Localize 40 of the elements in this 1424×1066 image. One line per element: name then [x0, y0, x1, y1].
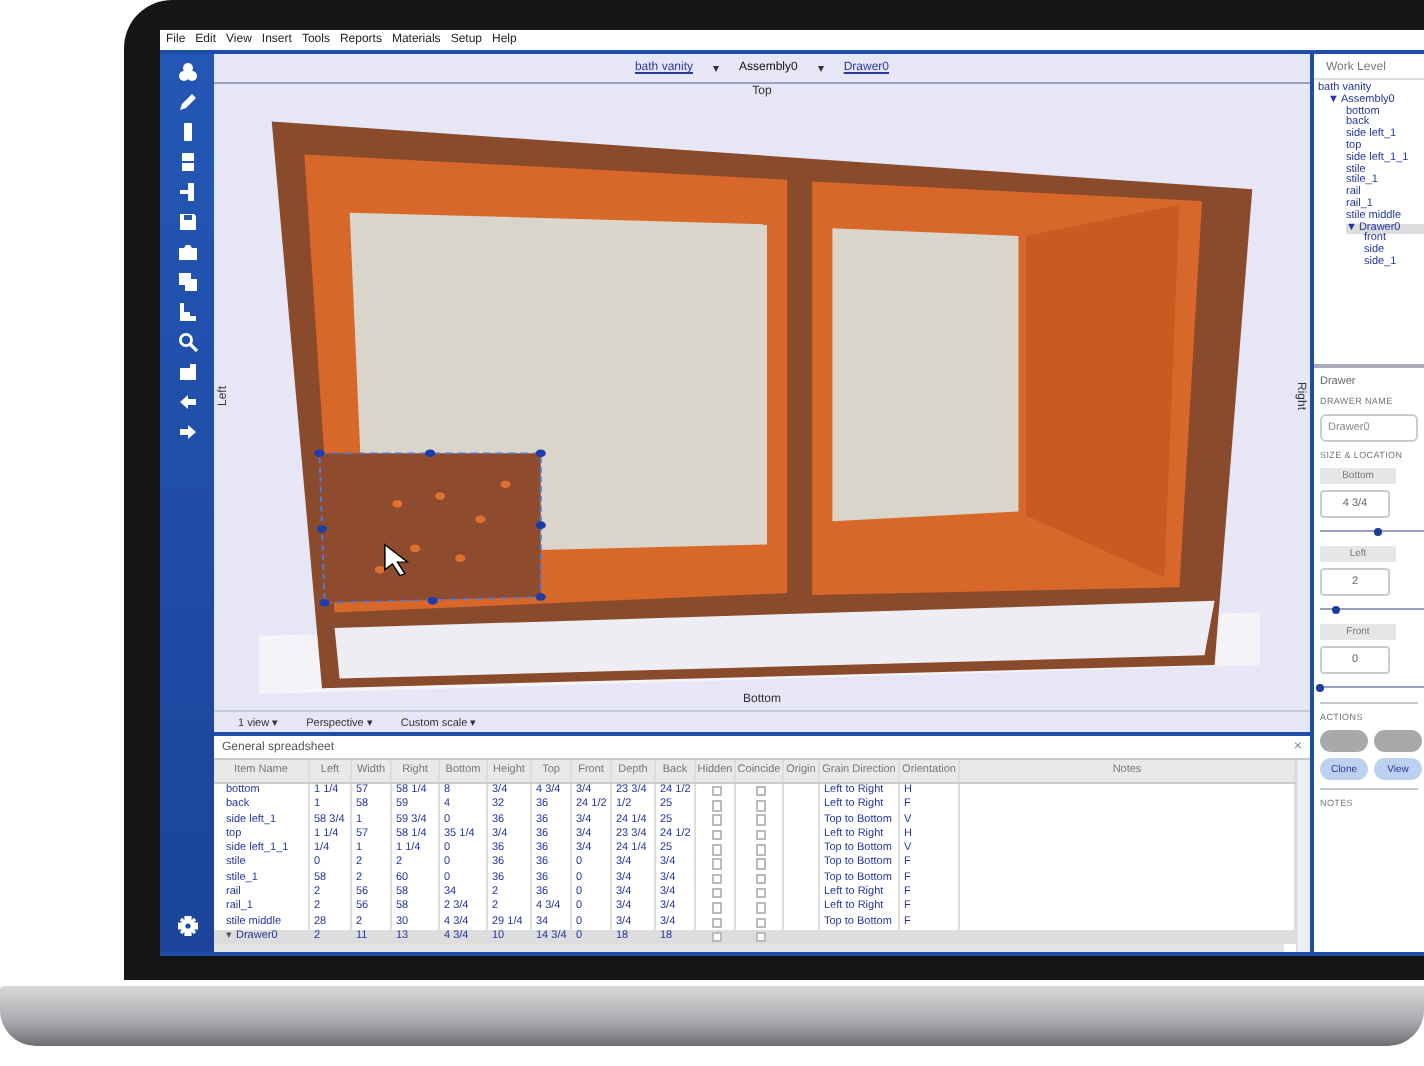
save-icon[interactable] [177, 212, 197, 232]
copy-icon[interactable] [177, 272, 197, 292]
checkbox[interactable] [755, 844, 767, 856]
checkbox[interactable] [755, 917, 767, 929]
checkbox[interactable] [711, 902, 723, 914]
checkbox[interactable] [711, 844, 723, 856]
slider-thumb[interactable] [1373, 527, 1382, 535]
slider-thumb[interactable] [1316, 683, 1324, 691]
checkbox[interactable] [755, 887, 767, 899]
checkbox[interactable] [755, 785, 767, 797]
checkbox[interactable] [755, 873, 767, 885]
checkbox[interactable] [711, 873, 723, 885]
checkbox[interactable] [755, 814, 767, 826]
pencil-icon[interactable] [177, 92, 197, 112]
steps-icon[interactable] [177, 302, 197, 322]
checkbox[interactable] [711, 785, 723, 797]
undo-icon[interactable] [177, 392, 197, 412]
settings-icon[interactable] [177, 916, 197, 936]
cursor-icon [384, 543, 410, 577]
selected-drawer-drawing[interactable] [314, 449, 546, 607]
shapes-icon[interactable] [177, 62, 197, 82]
scrollbar[interactable] [1296, 760, 1310, 952]
redo-icon[interactable] [177, 422, 197, 442]
checkbox[interactable] [711, 800, 723, 812]
checkbox[interactable] [755, 829, 767, 841]
search-icon[interactable] [177, 332, 197, 352]
checkbox[interactable] [711, 814, 723, 826]
drawers-icon[interactable] [177, 152, 197, 172]
checkbox[interactable] [755, 931, 767, 943]
checkbox[interactable] [711, 858, 723, 870]
checkbox[interactable] [755, 800, 767, 812]
checkbox[interactable] [755, 858, 767, 870]
scrollbar[interactable] [214, 944, 1284, 952]
hinge-icon[interactable] [177, 182, 197, 202]
checkbox[interactable] [755, 902, 767, 914]
checkbox[interactable] [711, 829, 723, 841]
checkbox[interactable] [711, 887, 723, 899]
checkbox[interactable] [711, 917, 723, 929]
slider-thumb[interactable] [1331, 605, 1340, 613]
checkbox[interactable] [711, 931, 723, 943]
